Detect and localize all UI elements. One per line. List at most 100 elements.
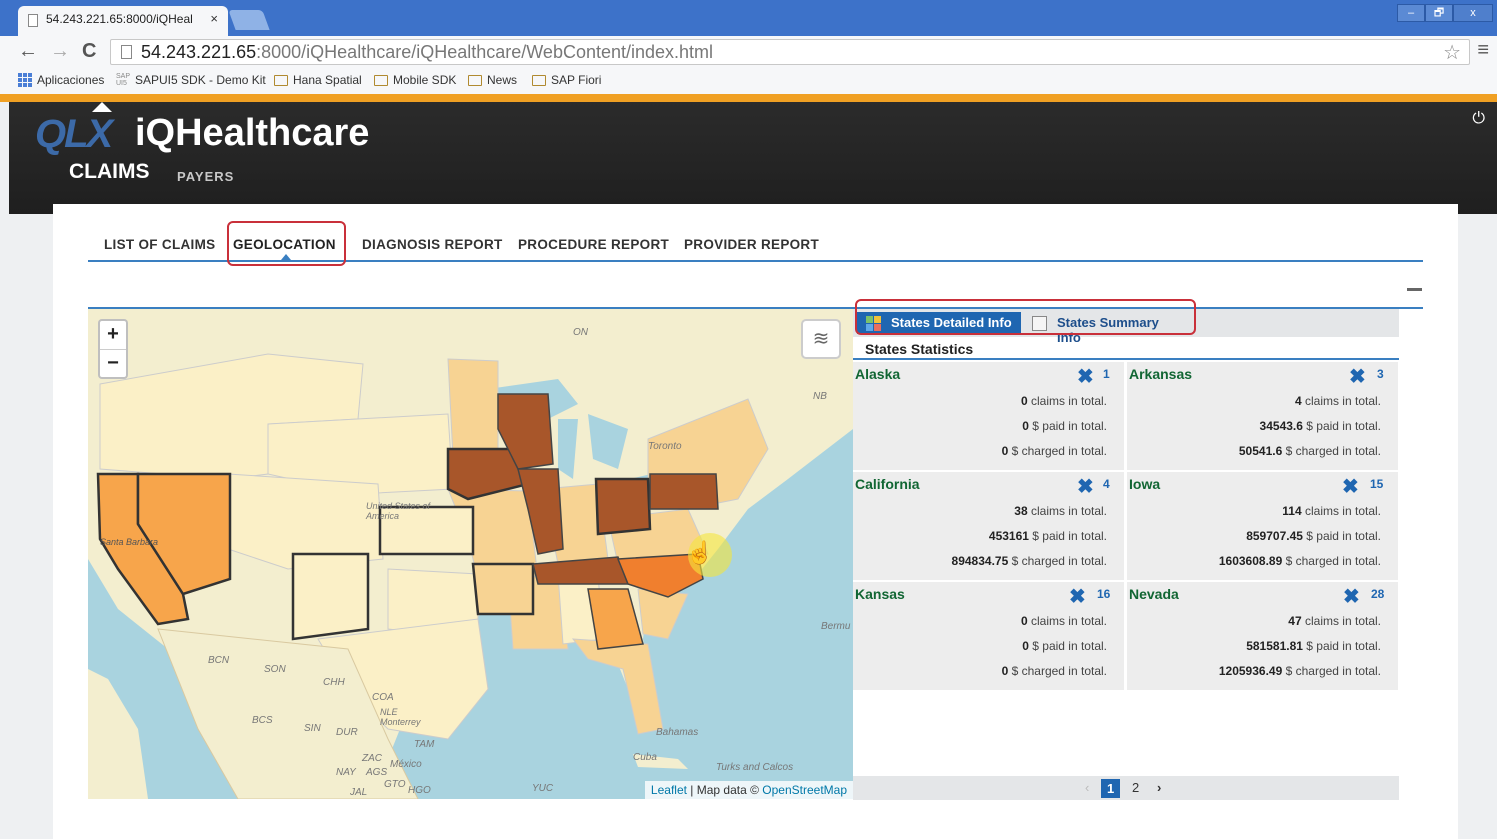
map-label: SON <box>264 664 286 675</box>
state-id: 4 <box>1103 477 1110 491</box>
bookmark-sap-fiori[interactable]: SAP Fiori <box>532 73 601 87</box>
map-attribution: Leaflet | Map data © OpenStreetMap <box>644 781 853 799</box>
reload-icon[interactable]: C <box>82 40 96 63</box>
page-2-button[interactable]: 2 <box>1132 780 1139 795</box>
tab-diagnosis-report[interactable]: DIAGNOSIS REPORT <box>362 237 503 252</box>
geolocation-highlight <box>227 221 346 266</box>
browser-tab[interactable]: 54.243.221.65:8000/iQHeal × <box>18 6 228 36</box>
bookmarks-bar: Aplicaciones SAP UI5 SAPUI5 SDK - Demo K… <box>0 68 1497 94</box>
paid-total: 0 $ paid in total. <box>1022 639 1107 653</box>
layers-icon[interactable]: ≋ <box>801 319 841 359</box>
bookmark-apps[interactable]: Aplicaciones <box>18 73 104 87</box>
url-host: 54.243.221.65 <box>141 42 257 62</box>
map-label: JAL <box>350 787 368 798</box>
page-1-button[interactable]: 1 <box>1101 779 1121 798</box>
bookmark-news[interactable]: News <box>468 73 517 87</box>
map-label: NAY <box>336 767 356 778</box>
south-carolina <box>637 588 689 640</box>
state-name: Nevada <box>1129 586 1179 602</box>
leaflet-link[interactable]: Leaflet <box>651 783 687 797</box>
remove-state-icon[interactable]: ✖ <box>1077 474 1094 499</box>
app-header: QLX iQHealthcare ⏻ CLAIMS PAYERS <box>9 102 1497 214</box>
claims-total: 114 claims in total. <box>1282 504 1381 518</box>
arkansas-shape[interactable] <box>471 562 535 616</box>
new-tab-button[interactable] <box>228 10 270 30</box>
bookmark-sapui5[interactable]: SAP UI5 SAPUI5 SDK - Demo Kit <box>116 73 266 87</box>
next-page-button[interactable]: › <box>1157 780 1161 795</box>
state-name: California <box>855 476 920 492</box>
openstreetmap-link[interactable]: OpenStreetMap <box>762 783 847 797</box>
map-label: CHH <box>323 677 345 688</box>
minnesota <box>447 358 499 460</box>
power-icon[interactable]: ⏻ <box>1472 110 1485 128</box>
state-id: 1 <box>1103 367 1110 381</box>
map-label: SIN <box>304 723 321 734</box>
map-label: BCN <box>208 655 230 666</box>
map-label: NB <box>813 391 827 402</box>
state-id: 16 <box>1097 587 1111 601</box>
new-mexico-shape[interactable] <box>291 552 370 641</box>
ohio-shape <box>594 477 652 536</box>
map-canvas[interactable] <box>88 309 853 799</box>
state-card: Alaska ✖ 1 0 claims in total. 0 $ paid i… <box>853 362 1124 470</box>
claims-total: 38 claims in total. <box>1014 504 1107 518</box>
prev-page-button[interactable]: ‹ <box>1085 780 1089 795</box>
bookmark-mobile-sdk[interactable]: Mobile SDK <box>374 73 456 87</box>
map-label: United States of America <box>366 501 431 521</box>
tab-provider-report[interactable]: PROVIDER REPORT <box>684 237 819 252</box>
remove-state-icon[interactable]: ✖ <box>1077 364 1094 389</box>
paid-total: 453161 $ paid in total. <box>988 529 1107 543</box>
document-icon <box>121 45 132 59</box>
map-label: COA <box>372 692 394 703</box>
charged-total: 50541.6 $ charged in total. <box>1238 444 1381 458</box>
map-label: TAM <box>414 739 435 750</box>
browser-toolbar: ← → C 54.243.221.65:8000/iQHealthcare/iQ… <box>0 36 1497 68</box>
remove-state-icon[interactable]: ✖ <box>1349 364 1366 389</box>
geolocation-map[interactable]: ON NB Toronto Bermu Bahamas Cuba Turks a… <box>88 309 853 799</box>
map-label: YUC <box>532 783 554 794</box>
state-card: California ✖ 4 38 claims in total. 45316… <box>853 472 1124 580</box>
stats-title: States Statistics <box>865 341 974 357</box>
back-icon[interactable]: ← <box>18 40 38 63</box>
browser-menu-icon[interactable]: ≡ <box>1477 39 1489 62</box>
tab-list-of-claims[interactable]: LIST OF CLAIMS <box>104 237 215 252</box>
stats-title-divider <box>853 358 1399 360</box>
state-id: 3 <box>1377 367 1384 381</box>
window-minimize-button[interactable]: – <box>1397 4 1425 22</box>
tab-close-icon[interactable]: × <box>210 11 218 26</box>
app-logo: QLX <box>35 112 113 156</box>
zoom-in-button[interactable]: + <box>100 321 126 349</box>
charged-total: 0 $ charged in total. <box>1001 444 1107 458</box>
tab-procedure-report[interactable]: PROCEDURE REPORT <box>518 237 669 252</box>
bookmark-label: SAP Fiori <box>551 73 602 87</box>
map-label: Bahamas <box>656 727 699 738</box>
url-path: :8000/iQHealthcare/iQHealthcare/WebConte… <box>256 42 714 62</box>
map-label: NLE Monterrey <box>380 707 421 727</box>
bookmark-label: SAPUI5 SDK - Demo Kit <box>135 73 266 87</box>
bookmark-star-icon[interactable]: ☆ <box>1443 40 1461 65</box>
window-maximize-button[interactable]: 🗗 <box>1425 4 1453 22</box>
bookmark-label: Mobile SDK <box>393 73 457 87</box>
remove-state-icon[interactable]: ✖ <box>1343 584 1360 609</box>
bookmark-hana-spatial[interactable]: Hana Spatial <box>274 73 362 87</box>
folder-icon <box>374 74 388 86</box>
remove-state-icon[interactable]: ✖ <box>1342 474 1359 499</box>
panel-minimize-button[interactable] <box>1407 288 1422 291</box>
paid-total: 0 $ paid in total. <box>1022 419 1107 433</box>
state-card: Iowa ✖ 15 114 claims in total. 859707.45… <box>1127 472 1398 580</box>
map-label: ZAC <box>362 753 382 764</box>
state-id: 15 <box>1370 477 1384 491</box>
charged-total: 0 $ charged in total. <box>1001 664 1107 678</box>
tab-claims[interactable]: CLAIMS <box>69 160 150 184</box>
remove-state-icon[interactable]: ✖ <box>1069 584 1086 609</box>
address-bar[interactable]: 54.243.221.65:8000/iQHealthcare/iQHealth… <box>110 39 1470 65</box>
state-name: Alaska <box>855 366 901 382</box>
active-tab-caret <box>92 102 112 112</box>
tab-payers[interactable]: PAYERS <box>177 169 234 184</box>
paid-total: 581581.81 $ paid in total. <box>1246 639 1381 653</box>
window-close-button[interactable]: x <box>1453 4 1493 22</box>
apps-grid-icon <box>18 73 32 87</box>
state-name: Kansas <box>855 586 905 602</box>
zoom-out-button[interactable]: − <box>100 349 126 377</box>
forward-icon[interactable]: → <box>50 40 70 63</box>
